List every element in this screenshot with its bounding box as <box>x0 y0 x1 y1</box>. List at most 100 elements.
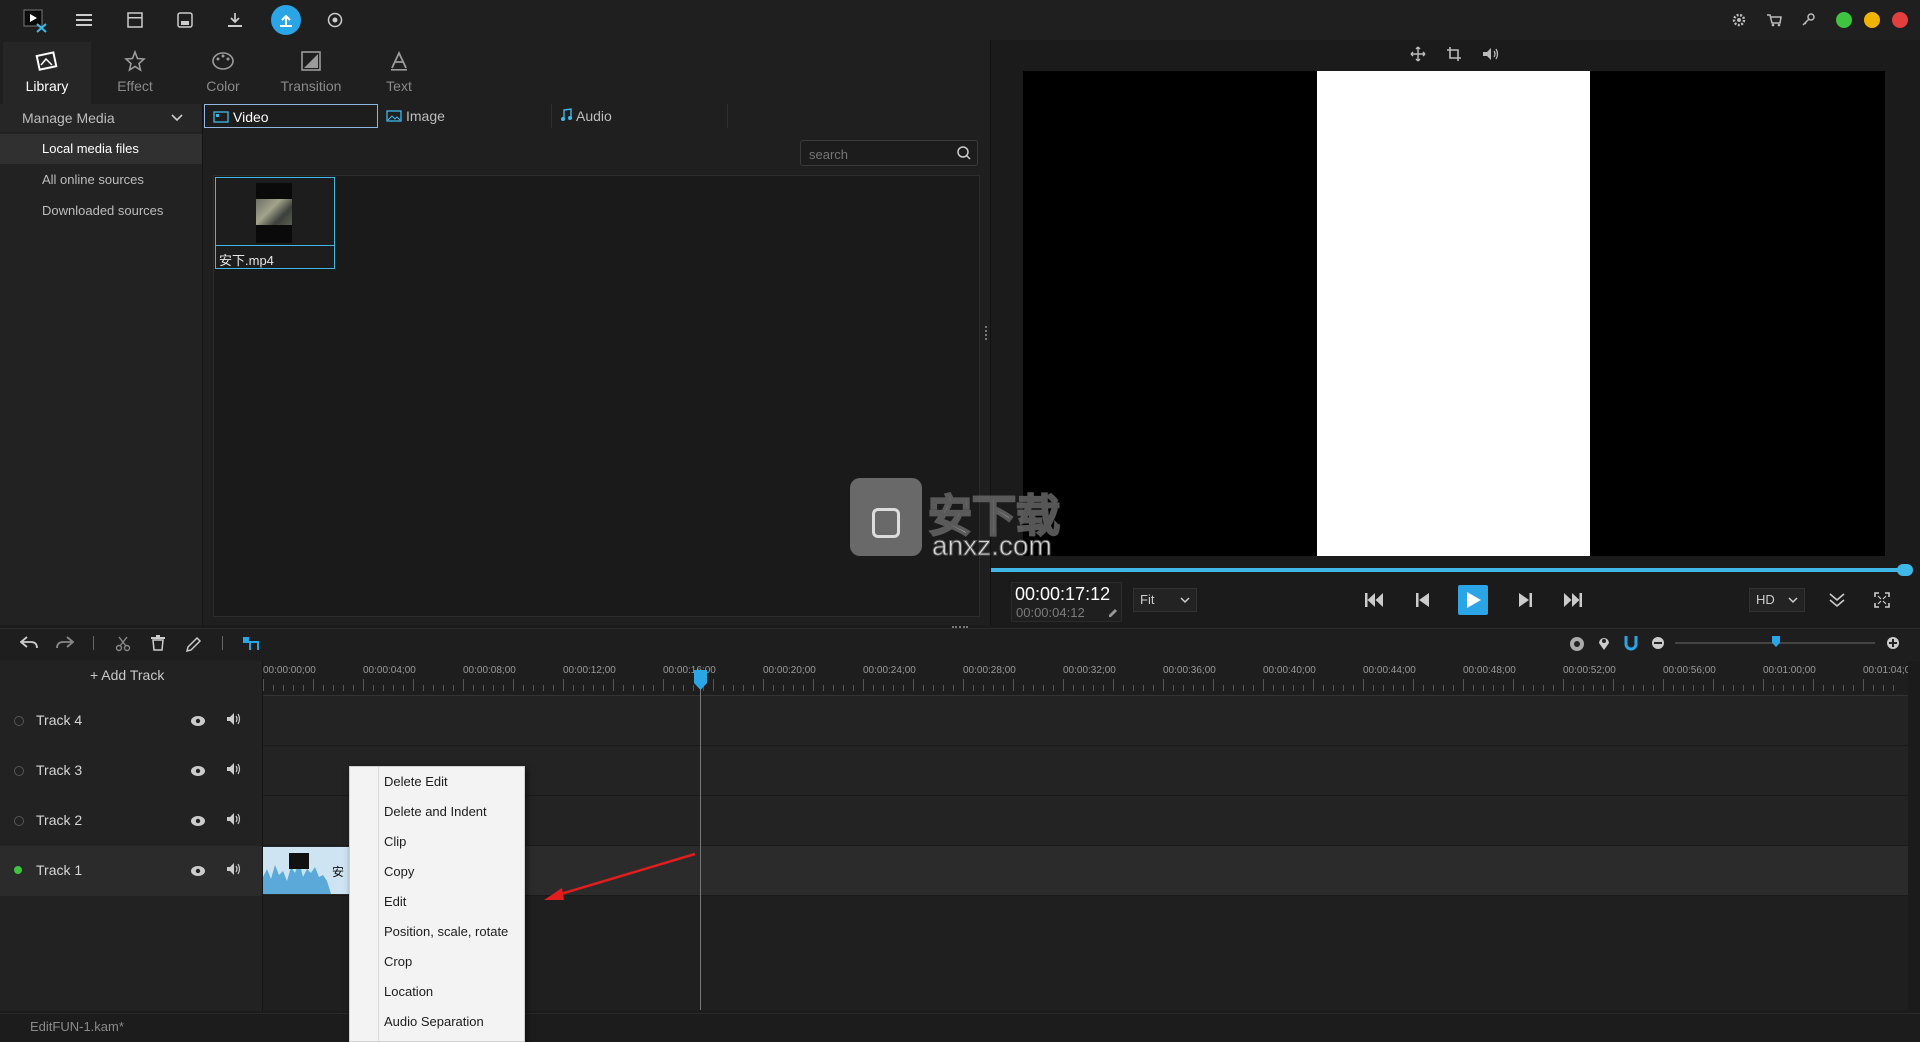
menu-icon[interactable] <box>72 8 96 32</box>
media-item-name: 安下.mp4 <box>219 253 274 268</box>
fit-dropdown[interactable]: Fit <box>1133 588 1197 612</box>
tab-text[interactable]: Text <box>355 42 443 104</box>
volume-icon[interactable] <box>1482 46 1500 67</box>
search-field[interactable] <box>800 140 978 167</box>
track-row-2[interactable]: Track 2 <box>0 796 262 846</box>
double-chevron-down-icon[interactable] <box>1828 592 1846 613</box>
play-button[interactable] <box>1458 585 1488 615</box>
ruler-tick-mark <box>273 685 274 691</box>
move-icon[interactable] <box>1410 46 1426 67</box>
panel-resize-handle[interactable] <box>985 326 990 340</box>
speaker-icon[interactable] <box>226 862 242 879</box>
timecode-box[interactable]: 00:00:17:12 00:00:04:12 <box>1011 582 1122 622</box>
menu-item-location[interactable]: Location <box>384 977 524 1007</box>
ruler-tick-mark <box>1533 685 1534 691</box>
download-icon[interactable] <box>223 8 247 32</box>
timeline-scrollbar[interactable] <box>1908 661 1920 1011</box>
speaker-icon[interactable] <box>226 762 242 779</box>
menu-item-position-scale-rotate[interactable]: Position, scale, rotate <box>384 917 524 947</box>
speaker-icon[interactable] <box>226 712 242 729</box>
tab-transition[interactable]: Transition <box>267 42 355 104</box>
sidebar-item-online-sources[interactable]: All online sources <box>0 165 202 195</box>
window-close-button[interactable] <box>1892 12 1908 28</box>
eye-icon[interactable] <box>190 764 206 780</box>
ruler-tick-mark <box>1693 685 1694 691</box>
ruler-tick-mark <box>1293 685 1294 691</box>
cart-icon[interactable] <box>1762 8 1786 32</box>
track-row-1[interactable]: Track 1 <box>0 846 262 896</box>
zoom-in-icon[interactable] <box>1886 636 1900 655</box>
menu-item-copy[interactable]: Copy <box>384 857 524 887</box>
menu-item-crop[interactable]: Crop <box>384 947 524 977</box>
key-icon[interactable] <box>1796 8 1820 32</box>
ruler-tick-mark <box>613 679 614 691</box>
quality-dropdown[interactable]: HD <box>1749 588 1805 612</box>
record-icon[interactable] <box>323 8 347 32</box>
media-tab-audio[interactable]: Audio <box>552 104 728 128</box>
edit-pencil-icon[interactable] <box>1108 605 1118 623</box>
search-icon[interactable] <box>957 146 971 165</box>
ruler-tick-mark <box>1833 685 1834 691</box>
crop-icon[interactable] <box>1446 46 1462 67</box>
menu-item-clip[interactable]: Clip <box>384 827 524 857</box>
snap-icon[interactable] <box>242 636 260 657</box>
media-item[interactable]: 安下.mp4 <box>215 177 335 269</box>
pencil-icon[interactable] <box>185 636 202 657</box>
progress-handle[interactable] <box>1897 564 1913 576</box>
media-tab-image[interactable]: Image <box>378 104 552 128</box>
tab-library[interactable]: Library <box>3 42 91 104</box>
timeline-ruler[interactable]: 00:00:00;00 00:00:04;00 00:00:08;00 00:00:1… <box>263 661 1916 696</box>
speaker-icon[interactable] <box>226 812 242 829</box>
settings-icon[interactable] <box>1727 8 1751 32</box>
step-forward-icon[interactable] <box>1517 590 1533 615</box>
track-lane-4[interactable] <box>263 696 1908 746</box>
scissors-icon[interactable] <box>115 636 131 657</box>
skip-to-start-icon[interactable] <box>1364 590 1384 615</box>
menu-item-delete-edit[interactable]: Delete Edit <box>384 767 524 797</box>
new-project-icon[interactable] <box>123 8 147 32</box>
fullscreen-icon[interactable] <box>1874 592 1890 613</box>
menu-item-delete-and-indent[interactable]: Delete and Indent <box>384 797 524 827</box>
marker-icon[interactable] <box>1597 635 1611 656</box>
ruler-tick-mark <box>1683 685 1684 691</box>
save-icon[interactable] <box>173 8 197 32</box>
magnet-icon[interactable] <box>1624 635 1638 656</box>
window-restore-button[interactable] <box>1836 12 1852 28</box>
track-name: Track 1 <box>36 862 83 878</box>
ruler-tick-mark <box>743 685 744 691</box>
tab-effect[interactable]: Effect <box>91 42 179 104</box>
window-minimize-button[interactable] <box>1864 12 1880 28</box>
ruler-tick-mark <box>383 685 384 691</box>
ruler-tick-mark <box>793 685 794 691</box>
manage-media-dropdown[interactable]: Manage Media <box>0 104 202 132</box>
zoom-out-icon[interactable] <box>1651 636 1665 655</box>
timeline-resize-handle[interactable] <box>952 626 968 631</box>
tab-color[interactable]: Color <box>179 42 267 104</box>
camera-icon[interactable] <box>1569 636 1585 657</box>
sidebar-item-local-media[interactable]: Local media files <box>0 134 202 164</box>
timeline-clip[interactable]: 安 <box>263 847 349 894</box>
eye-icon[interactable] <box>190 814 206 830</box>
sidebar-item-downloaded-sources[interactable]: Downloaded sources <box>0 196 202 226</box>
track-row-4[interactable]: Track 4 <box>0 696 262 746</box>
quality-dropdown-label: HD <box>1756 592 1775 607</box>
export-icon[interactable] <box>271 5 301 35</box>
eye-icon[interactable] <box>190 864 206 880</box>
redo-icon[interactable] <box>56 636 75 655</box>
menu-item-edit[interactable]: Edit <box>384 887 524 917</box>
ruler-tick-label: 00:00:08;00 <box>463 665 516 676</box>
step-back-icon[interactable] <box>1415 590 1431 615</box>
undo-icon[interactable] <box>19 636 38 655</box>
media-tab-video[interactable]: Video <box>204 104 378 128</box>
ruler-tick-mark <box>513 679 514 691</box>
track-row-3[interactable]: Track 3 <box>0 746 262 796</box>
add-track-button[interactable]: + Add Track <box>90 667 164 683</box>
trash-icon[interactable] <box>150 635 166 656</box>
playback-progress[interactable] <box>991 568 1908 572</box>
eye-icon[interactable] <box>190 714 206 730</box>
search-input[interactable] <box>801 141 961 167</box>
ruler-tick-mark <box>1763 679 1764 691</box>
menu-item-audio-separation[interactable]: Audio Separation <box>384 1007 524 1037</box>
skip-to-end-icon[interactable] <box>1563 590 1583 615</box>
image-icon <box>386 105 402 129</box>
